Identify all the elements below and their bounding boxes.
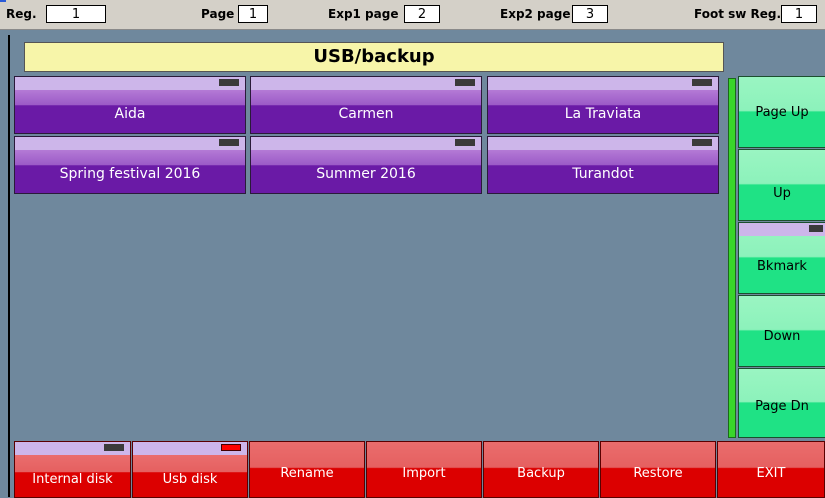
foot-sw-reg-value: 1 xyxy=(781,5,817,23)
status-bar: Reg. 1 Page 1 Exp1 page 2 Exp2 page 3 Fo… xyxy=(0,0,825,30)
library-item-label: Aida xyxy=(114,106,146,122)
page-down-button[interactable]: Page Dn xyxy=(738,368,825,438)
library-item-label: Carmen xyxy=(338,106,394,122)
usb-disk-label: Usb disk xyxy=(162,472,218,487)
backup-label: Backup xyxy=(517,466,565,481)
bookmark-label: Bkmark xyxy=(757,259,807,274)
exp2-page-label: Exp2 page xyxy=(500,7,571,21)
restore-button[interactable]: Restore xyxy=(600,441,716,498)
up-button[interactable]: Up xyxy=(738,149,825,221)
backup-button[interactable]: Backup xyxy=(483,441,599,498)
library-item-label: Summer 2016 xyxy=(316,166,416,182)
indicator-led xyxy=(219,79,239,86)
bookmark-button[interactable]: Bkmark xyxy=(738,222,825,294)
rename-button[interactable]: Rename xyxy=(249,441,365,498)
scroll-position-bar[interactable] xyxy=(728,78,736,438)
exp1-page-value: 2 xyxy=(404,5,440,23)
page-label: Page xyxy=(201,7,235,21)
library-item-spring-festival-2016[interactable]: Spring festival 2016 xyxy=(14,136,246,194)
page-up-button[interactable]: Page Up xyxy=(738,76,825,148)
library-item-summer-2016[interactable]: Summer 2016 xyxy=(250,136,482,194)
library-item-label: Turandot xyxy=(572,166,634,182)
exit-button[interactable]: EXIT xyxy=(717,441,825,498)
reg-label: Reg. xyxy=(6,7,37,21)
down-button[interactable]: Down xyxy=(738,295,825,367)
exit-label: EXIT xyxy=(756,466,786,481)
library-item-aida[interactable]: Aida xyxy=(14,76,246,134)
indicator-led xyxy=(809,225,823,232)
indicator-led-active xyxy=(221,444,241,451)
internal-disk-label: Internal disk xyxy=(32,472,113,487)
up-label: Up xyxy=(773,186,791,201)
library-item-label: La Traviata xyxy=(564,106,642,122)
usb-disk-button[interactable]: Usb disk xyxy=(132,441,248,498)
exp1-page-label: Exp1 page xyxy=(328,7,399,21)
import-button[interactable]: Import xyxy=(366,441,482,498)
page-down-label: Page Dn xyxy=(755,399,809,414)
indicator-led xyxy=(692,139,712,146)
indicator-led xyxy=(104,444,124,451)
library-item-turandot[interactable]: Turandot xyxy=(487,136,719,194)
indicator-led xyxy=(455,79,475,86)
restore-label: Restore xyxy=(633,466,683,481)
corner-marker xyxy=(0,0,6,2)
indicator-led xyxy=(692,79,712,86)
page-title: USB/backup xyxy=(24,42,724,72)
exp2-page-value: 3 xyxy=(572,5,608,23)
library-item-carmen[interactable]: Carmen xyxy=(250,76,482,134)
library-item-label: Spring festival 2016 xyxy=(59,166,201,182)
import-label: Import xyxy=(402,466,446,481)
reg-value: 1 xyxy=(46,5,106,23)
rename-label: Rename xyxy=(280,466,334,481)
indicator-led xyxy=(219,139,239,146)
indicator-led xyxy=(455,139,475,146)
library-item-la-traviata[interactable]: La Traviata xyxy=(487,76,719,134)
page-value: 1 xyxy=(238,5,268,23)
down-label: Down xyxy=(763,329,801,344)
foot-sw-reg-label: Foot sw Reg. xyxy=(694,7,782,21)
internal-disk-button[interactable]: Internal disk xyxy=(14,441,131,498)
page-up-label: Page Up xyxy=(755,105,809,120)
